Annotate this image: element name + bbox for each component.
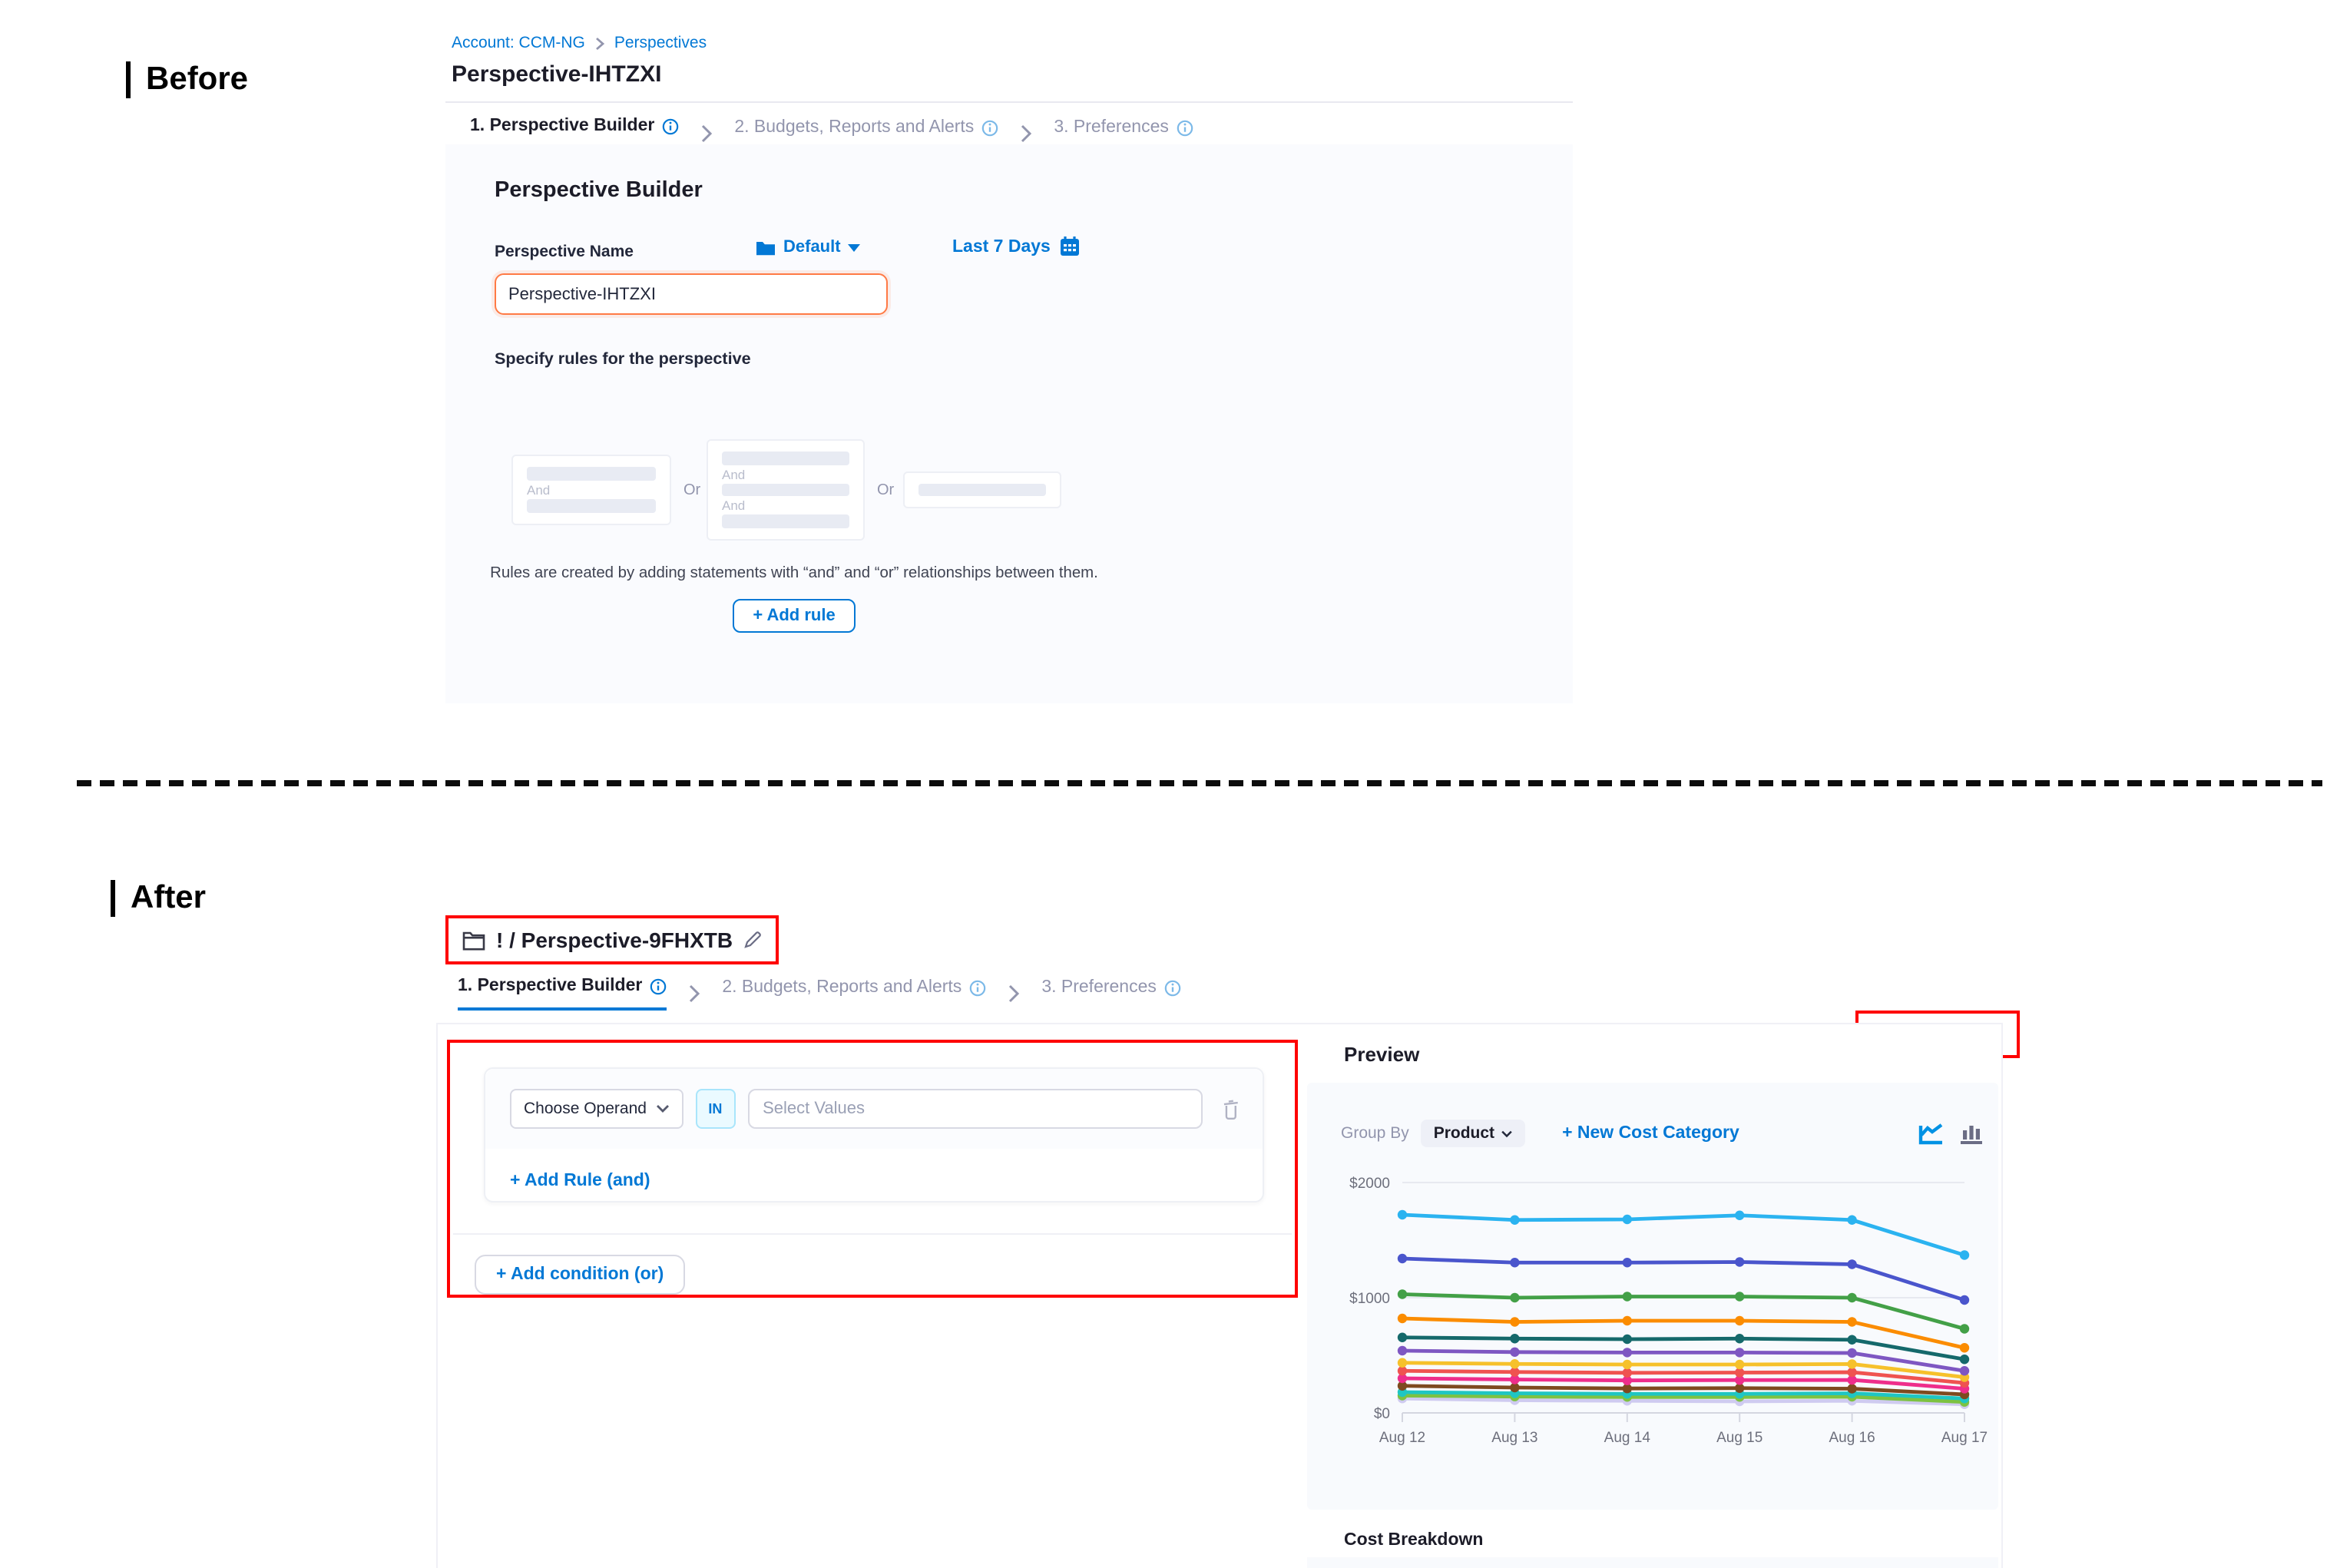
info-icon (650, 978, 667, 994)
rule-box-divider (453, 1233, 1292, 1235)
tab-label: 3. Preferences (1041, 978, 1157, 997)
date-range-label: Last 7 Days (952, 237, 1051, 256)
operand-select-label: Choose Operand (524, 1100, 647, 1118)
tab-chevron-icon (700, 124, 713, 143)
rules-heading: Specify rules for the perspective (495, 350, 751, 369)
info-icon (1177, 119, 1193, 136)
folder-selector[interactable]: Default (756, 238, 861, 256)
groupby-value: Product (1434, 1124, 1494, 1143)
preview-card: Group By Product + New Cost Category $0$… (1307, 1083, 1998, 1510)
add-rule-and-wrap: + Add Rule (and) (485, 1149, 1263, 1193)
tab-label: 2. Budgets, Reports and Alerts (722, 978, 962, 997)
after-page-title: ! / Perspective-9FHXTB (496, 928, 733, 952)
tab-chevron-icon (1020, 124, 1032, 143)
skeleton-and-label: And (527, 481, 656, 499)
tab-preferences[interactable]: 3. Preferences (1041, 978, 1181, 1009)
skeleton-bar (722, 515, 849, 528)
perspective-name-input[interactable] (495, 273, 888, 315)
perspective-name-label: Perspective Name (495, 243, 634, 261)
info-icon (1164, 979, 1181, 996)
breadcrumb-account-link[interactable]: Account: CCM-NG (452, 34, 585, 52)
page: Before Account: CCM-NG Perspectives Pers… (0, 0, 2350, 1566)
tab-chevron-icon (1008, 984, 1020, 1003)
folder-selector-label: Default (783, 238, 841, 256)
svg-text:Aug 14: Aug 14 (1604, 1430, 1651, 1446)
tabbar-divider (445, 101, 1573, 103)
skeleton-bar (918, 484, 1046, 496)
breadcrumb-chevron-icon (594, 36, 605, 50)
add-rule-button-wrap: + Add rule (464, 599, 1124, 633)
add-rule-button[interactable]: + Add rule (733, 599, 855, 633)
folder-outline-icon (462, 930, 485, 950)
svg-text:Aug 15: Aug 15 (1716, 1430, 1762, 1446)
skeleton-or-label: Or (877, 482, 894, 499)
groupby-product-dropdown[interactable]: Product (1422, 1120, 1525, 1147)
rules-caption: Rules are created by adding statements w… (464, 565, 1124, 582)
svg-text:$0: $0 (1374, 1406, 1390, 1422)
add-rule-and-link[interactable]: + Add Rule (and) (510, 1172, 650, 1190)
before-screenshot-panel: Account: CCM-NG Perspectives Perspective… (445, 22, 1573, 703)
bar-chart-toggle-icon[interactable] (1958, 1123, 1984, 1146)
tab-chevron-icon (688, 984, 700, 1003)
trash-icon[interactable] (1221, 1097, 1241, 1120)
rule-skeleton-box: And (511, 455, 671, 525)
operand-select[interactable]: Choose Operand (510, 1089, 683, 1129)
skeleton-bar (527, 467, 656, 481)
preview-heading: Preview (1344, 1043, 1419, 1066)
breadcrumb: Account: CCM-NG Perspectives (452, 34, 707, 52)
rule-card: Choose Operand IN + Add Rule (and) (484, 1067, 1264, 1202)
svg-text:Aug 16: Aug 16 (1829, 1430, 1875, 1446)
after-tabbar: 1. Perspective Builder 2. Budgets, Repor… (458, 977, 1181, 1011)
groupby-label: Group By (1341, 1124, 1409, 1143)
rule-skeleton-box (903, 471, 1061, 508)
folder-icon (756, 239, 776, 256)
before-tab-content: Perspective Builder Perspective Name Def… (445, 144, 1573, 703)
chevron-down-icon (1501, 1130, 1513, 1137)
tab-budgets-reports-alerts[interactable]: 2. Budgets, Reports and Alerts (722, 978, 986, 1009)
skeleton-and-label: And (722, 465, 849, 483)
skeleton-bar (722, 452, 849, 465)
info-icon (981, 119, 998, 136)
breadcrumb-perspectives-link[interactable]: Perspectives (614, 34, 707, 52)
rule-skeleton-box: And And (707, 439, 865, 541)
svg-text:Aug 12: Aug 12 (1379, 1430, 1425, 1446)
skeleton-bar (722, 483, 849, 496)
cost-breakdown-heading: Cost Breakdown (1344, 1531, 1484, 1550)
before-after-divider (77, 780, 2322, 786)
calendar-icon (1060, 237, 1080, 256)
svg-text:$2000: $2000 (1349, 1176, 1390, 1192)
new-cost-category-link[interactable]: + New Cost Category (1562, 1124, 1739, 1143)
preview-line-chart: $0 $1000 $2000 Aug 12 Aug 13 Aug 14 Aug 15 Aug … (1319, 1163, 1989, 1470)
page-title: Perspective-IHTZXI (452, 61, 661, 88)
date-range-picker[interactable]: Last 7 Days (952, 237, 1080, 256)
tab-label: 3. Preferences (1054, 118, 1169, 137)
skeleton-and-label: And (722, 497, 849, 515)
after-section-label: After (111, 880, 206, 917)
after-builder-panel: Preview Choose Operand IN + Add Rule (an… (436, 1023, 2003, 1568)
tab-label: 1. Perspective Builder (470, 117, 654, 135)
svg-text:Aug 13: Aug 13 (1491, 1430, 1537, 1446)
after-title-highlight-box: ! / Perspective-9FHXTB (445, 915, 779, 964)
svg-text:Aug 17: Aug 17 (1941, 1430, 1988, 1446)
tab-label: 2. Budgets, Reports and Alerts (734, 118, 974, 137)
svg-text:$1000: $1000 (1349, 1291, 1390, 1307)
rule-row: Choose Operand IN (485, 1069, 1263, 1149)
chevron-down-icon (656, 1104, 670, 1113)
tab-label: 1. Perspective Builder (458, 977, 642, 995)
skeleton-or-label: Or (683, 482, 700, 499)
before-section-label: Before (126, 61, 248, 98)
edit-pencil-icon[interactable] (743, 931, 762, 949)
groupby-row: Group By Product + New Cost Category (1341, 1120, 1739, 1147)
rule-builder-highlight-box: Choose Operand IN + Add Rule (and) + Add… (447, 1040, 1298, 1298)
info-icon (969, 979, 986, 996)
caret-down-icon (849, 243, 861, 251)
line-chart-toggle-icon[interactable] (1918, 1123, 1945, 1146)
tab-perspective-builder[interactable]: 1. Perspective Builder (458, 977, 667, 1011)
info-icon (662, 117, 679, 134)
select-values-input[interactable] (747, 1089, 1203, 1129)
skeleton-bar (527, 499, 656, 513)
operator-chip[interactable]: IN (696, 1089, 735, 1129)
builder-heading: Perspective Builder (495, 178, 703, 203)
add-condition-or-button[interactable]: + Add condition (or) (475, 1255, 685, 1295)
